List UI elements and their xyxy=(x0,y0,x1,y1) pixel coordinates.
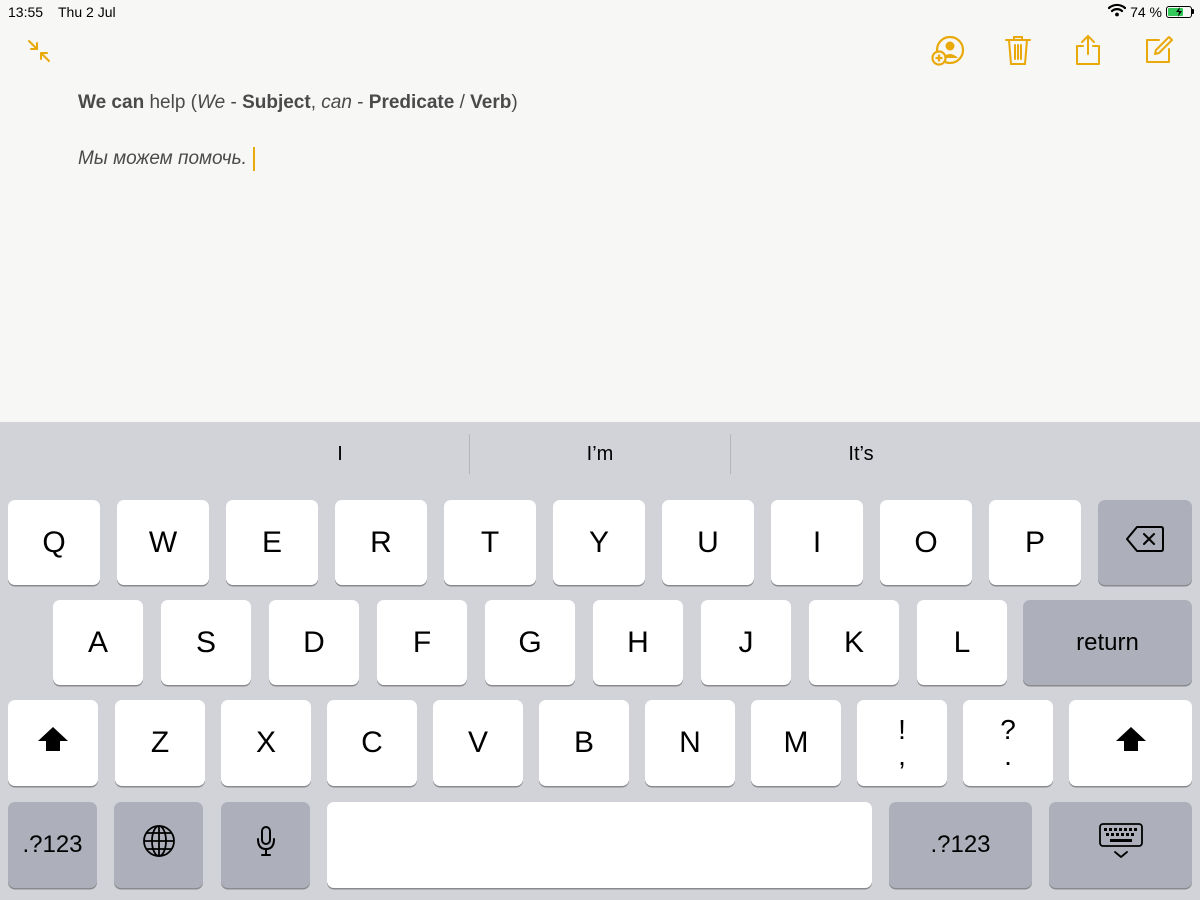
status-date: Thu 2 Jul xyxy=(58,4,116,20)
key-exclaim-comma[interactable]: ! , xyxy=(857,700,947,786)
question-period-labels: ? . xyxy=(1000,716,1016,771)
key-k[interactable]: K xyxy=(809,600,899,685)
key-s[interactable]: S xyxy=(161,600,251,685)
key-v[interactable]: V xyxy=(433,700,523,786)
hide-keyboard-key[interactable] xyxy=(1049,802,1192,888)
text-close-paren: ) xyxy=(511,92,518,113)
compose-icon xyxy=(1143,35,1173,70)
key-n[interactable]: N xyxy=(645,700,735,786)
collapse-button[interactable] xyxy=(22,36,56,70)
share-button[interactable] xyxy=(1070,33,1106,71)
key-l[interactable]: L xyxy=(917,600,1007,685)
key-p[interactable]: P xyxy=(989,500,1081,585)
key-h[interactable]: H xyxy=(593,600,683,685)
key-z[interactable]: Z xyxy=(115,700,205,786)
exclaim-comma-labels: ! , xyxy=(898,716,906,771)
key-comma-label: , xyxy=(898,740,906,771)
delete-key[interactable] xyxy=(1098,500,1192,585)
status-bar: 13:55 Thu 2 Jul 74 % xyxy=(0,0,1200,24)
key-g[interactable]: G xyxy=(485,600,575,685)
text-cursor xyxy=(252,146,255,171)
text-russian: Мы можем помочь. xyxy=(78,148,247,169)
text-dash: - xyxy=(351,92,369,113)
return-key[interactable]: return xyxy=(1023,600,1192,685)
key-m[interactable]: M xyxy=(751,700,841,786)
text-comma: , xyxy=(310,92,322,113)
note-body[interactable]: We can help (We - Subject, can - Predica… xyxy=(78,90,1128,172)
text-we-can: We can xyxy=(78,92,145,113)
microphone-icon xyxy=(255,825,277,865)
key-period-label: . xyxy=(1004,740,1012,771)
shift-icon xyxy=(37,726,69,760)
key-c[interactable]: C xyxy=(327,700,417,786)
keyboard: I I’m It’s Q W E R T Y U I O P A S D F G… xyxy=(0,422,1200,900)
key-q[interactable]: Q xyxy=(8,500,100,585)
add-person-icon xyxy=(930,34,966,73)
status-time: 13:55 xyxy=(8,4,44,20)
text-dash: - xyxy=(225,92,243,113)
share-icon xyxy=(1074,33,1102,72)
note-line-2[interactable]: Мы можем помочь. xyxy=(78,146,1128,172)
key-u[interactable]: U xyxy=(662,500,754,585)
backspace-icon xyxy=(1125,525,1165,561)
key-f[interactable]: F xyxy=(377,600,467,685)
text-help: help ( xyxy=(144,92,197,113)
key-w[interactable]: W xyxy=(117,500,209,585)
status-right: 74 % xyxy=(1107,3,1194,20)
prediction-3[interactable]: It’s xyxy=(731,434,991,474)
key-y[interactable]: Y xyxy=(553,500,645,585)
prediction-2[interactable]: I’m xyxy=(470,434,730,474)
key-b[interactable]: B xyxy=(539,700,629,786)
globe-icon xyxy=(142,824,176,866)
predictive-bar: I I’m It’s xyxy=(0,422,1200,488)
key-o[interactable]: O xyxy=(880,500,972,585)
battery-percent: 74 % xyxy=(1130,3,1162,20)
key-x[interactable]: X xyxy=(221,700,311,786)
note-line-1[interactable]: We can help (We - Subject, can - Predica… xyxy=(78,90,1128,116)
battery-icon xyxy=(1166,5,1194,18)
key-a[interactable]: A xyxy=(53,600,143,685)
add-person-button[interactable] xyxy=(928,34,968,72)
shift-icon xyxy=(1115,726,1147,760)
prediction-1[interactable]: I xyxy=(210,434,470,474)
keyboard-dismiss-icon xyxy=(1098,822,1144,868)
text-slash: / xyxy=(454,92,471,113)
space-key[interactable] xyxy=(327,802,872,888)
key-i[interactable]: I xyxy=(771,500,863,585)
collapse-arrows-icon xyxy=(24,36,54,71)
text-we: We xyxy=(197,92,226,113)
numbers-key-right[interactable]: .?123 xyxy=(889,802,1032,888)
numbers-key-left[interactable]: .?123 xyxy=(8,802,97,888)
dictation-key[interactable] xyxy=(221,802,310,888)
key-t[interactable]: T xyxy=(444,500,536,585)
compose-button[interactable] xyxy=(1140,34,1176,70)
key-e[interactable]: E xyxy=(226,500,318,585)
shift-key-right[interactable] xyxy=(1069,700,1192,786)
delete-button[interactable] xyxy=(1000,34,1036,70)
text-can: can xyxy=(321,92,352,113)
text-predicate: Predicate xyxy=(368,92,455,113)
key-question-period[interactable]: ? . xyxy=(963,700,1053,786)
key-r[interactable]: R xyxy=(335,500,427,585)
key-d[interactable]: D xyxy=(269,600,359,685)
wifi-icon xyxy=(1107,3,1127,20)
trash-icon xyxy=(1004,34,1032,71)
shift-key-left[interactable] xyxy=(8,700,98,786)
globe-key[interactable] xyxy=(114,802,203,888)
key-j[interactable]: J xyxy=(701,600,791,685)
text-subject: Subject xyxy=(242,92,311,113)
text-verb: Verb xyxy=(470,92,512,113)
